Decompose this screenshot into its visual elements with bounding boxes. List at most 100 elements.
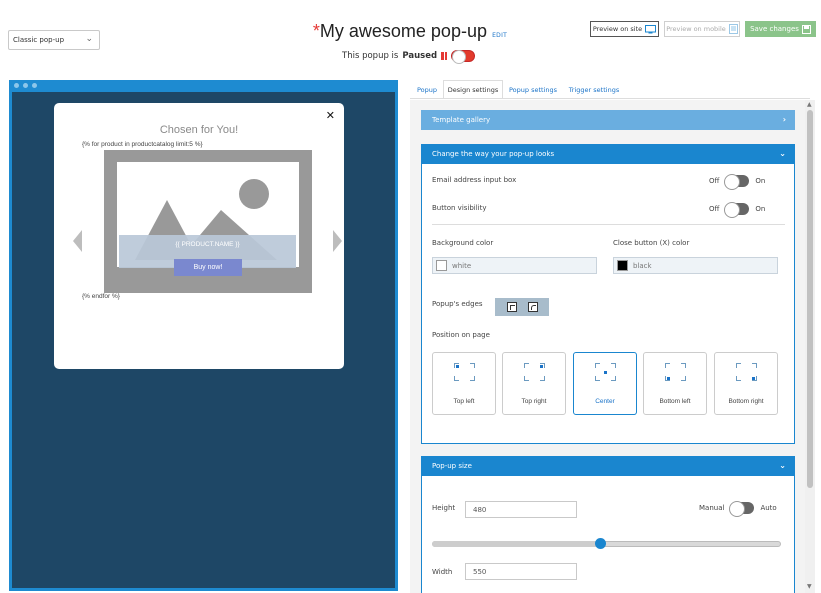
- position-indicator-icon: [752, 377, 755, 380]
- page-title: *My awesome pop-up EDIT: [300, 21, 520, 42]
- close-color-field[interactable]: black: [613, 257, 778, 274]
- popup-size-header[interactable]: Pop-up size ⌄: [421, 456, 795, 476]
- on-label: On: [755, 205, 766, 213]
- window-dot: [23, 83, 28, 88]
- carousel-prev-arrow-icon[interactable]: [73, 230, 82, 252]
- size-mode-toggle[interactable]: [729, 501, 755, 517]
- chevron-down-icon: ⌄: [779, 149, 786, 158]
- position-indicator-icon: [456, 365, 459, 368]
- product-name: {{ PRODUCT.NAME }}: [175, 241, 240, 248]
- preview-on-site-button[interactable]: Preview on site: [590, 21, 659, 37]
- height-input[interactable]: 480: [465, 501, 577, 518]
- size-slider-handle[interactable]: [595, 538, 606, 549]
- product-image-placeholder: {{ PRODUCT.NAME }} Buy now!: [104, 150, 312, 293]
- monitor-icon: [645, 24, 657, 33]
- width-label: Width: [432, 568, 453, 576]
- preview-site-label: Preview on site: [592, 25, 643, 33]
- position-label-text: Top left: [453, 398, 475, 405]
- position-indicator-icon: [667, 377, 670, 380]
- preview-mobile-label: Preview on mobile: [666, 25, 726, 33]
- background-color-label: Background color: [432, 239, 494, 247]
- on-label: On: [755, 177, 766, 185]
- tabs-divider: [410, 98, 810, 99]
- popup-size-title: Pop-up size: [432, 462, 472, 470]
- unsaved-marker: *: [312, 21, 320, 41]
- tab-design-settings[interactable]: Design settings: [443, 80, 503, 99]
- popup-edges-selector: [495, 298, 549, 316]
- template-gallery-header[interactable]: Template gallery ›: [421, 110, 795, 130]
- height-label: Height: [432, 504, 456, 512]
- size-slider-fill: [432, 541, 600, 547]
- chevron-right-icon: ›: [782, 115, 786, 124]
- popup-title: My awesome pop-up: [319, 21, 487, 41]
- off-label: Off: [709, 205, 720, 213]
- close-color-value: black: [633, 261, 652, 270]
- floppy-disk-icon: [801, 24, 811, 34]
- background-color-value: white: [452, 261, 472, 270]
- position-top-right[interactable]: Top right: [502, 352, 566, 415]
- auto-label: Auto: [760, 504, 777, 512]
- position-center[interactable]: Center: [573, 352, 637, 415]
- window-dot: [14, 83, 19, 88]
- scroll-down-icon[interactable]: ▼: [807, 583, 812, 590]
- template-loop-close: {% endfor %}: [82, 293, 120, 300]
- popup-preview-panel: ✕ Chosen for You! {% for product in prod…: [9, 80, 398, 591]
- email-input-label: Email address input box: [432, 176, 517, 184]
- save-label: Save changes: [750, 25, 799, 33]
- mobile-icon: [728, 24, 738, 34]
- background-color-field[interactable]: white: [432, 257, 597, 274]
- scrollbar-thumb[interactable]: [807, 110, 813, 488]
- position-top-left[interactable]: Top left: [432, 352, 496, 415]
- status-toggle[interactable]: [451, 50, 476, 64]
- looks-panel-header[interactable]: Change the way your pop-up looks ⌄: [421, 144, 795, 164]
- button-visibility-switch[interactable]: Off On: [709, 202, 766, 218]
- color-swatch: [617, 260, 628, 271]
- buy-now-button[interactable]: Buy now!: [174, 259, 242, 276]
- button-visibility-label: Button visibility: [432, 204, 487, 212]
- tab-popup-settings[interactable]: Popup settings: [506, 80, 560, 99]
- template-gallery-title: Template gallery: [432, 116, 491, 124]
- position-bottom-left[interactable]: Bottom left: [643, 352, 707, 415]
- chevron-down-icon: ⌄: [85, 34, 93, 44]
- chevron-down-icon: ⌄: [779, 461, 786, 470]
- tab-popup[interactable]: Popup: [413, 80, 441, 99]
- button-visibility-toggle[interactable]: [724, 202, 750, 218]
- section-divider: [432, 224, 785, 225]
- window-dot: [32, 83, 37, 88]
- position-label-text: Bottom right: [728, 398, 764, 405]
- size-mode-switch[interactable]: Manual Auto: [699, 501, 777, 517]
- email-input-switch[interactable]: Off On: [709, 174, 766, 190]
- popup-heading: Chosen for You!: [159, 124, 239, 136]
- rounded-edge-icon[interactable]: [527, 302, 538, 312]
- manual-label: Manual: [699, 504, 725, 512]
- template-loop-open: {% for product in productcatalog limit:5…: [82, 141, 203, 148]
- pause-icon: [441, 52, 448, 60]
- color-swatch: [436, 260, 447, 271]
- position-indicator-icon: [540, 365, 543, 368]
- width-input[interactable]: 550: [465, 563, 577, 580]
- carousel-next-arrow-icon[interactable]: [333, 230, 342, 252]
- position-label-text: Center: [595, 398, 615, 405]
- scroll-up-icon[interactable]: ▲: [807, 101, 812, 108]
- close-icon[interactable]: ✕: [326, 109, 335, 122]
- square-edge-icon[interactable]: [506, 302, 517, 312]
- popup-type-select[interactable]: Classic pop-up ⌄: [8, 30, 100, 50]
- save-changes-button[interactable]: Save changes: [745, 21, 816, 37]
- looks-panel-title: Change the way your pop-up looks: [432, 150, 555, 158]
- preview-on-mobile-button[interactable]: Preview on mobile: [664, 21, 740, 37]
- position-label: Position on page: [432, 331, 490, 339]
- popup-edges-label: Popup's edges: [432, 300, 483, 308]
- position-indicator-icon: [604, 371, 607, 374]
- status-line: This popup is Paused: [342, 50, 476, 64]
- tab-trigger-settings[interactable]: Trigger settings: [564, 80, 624, 99]
- position-label-text: Top right: [521, 398, 547, 405]
- popup-preview: ✕ Chosen for You! {% for product in prod…: [54, 103, 344, 369]
- position-label-text: Bottom left: [659, 398, 691, 405]
- status-value: Paused: [402, 51, 438, 61]
- position-bottom-right[interactable]: Bottom right: [714, 352, 778, 415]
- status-prefix: This popup is: [342, 51, 399, 61]
- email-input-toggle[interactable]: [724, 174, 750, 190]
- close-color-label: Close button (X) color: [613, 239, 690, 247]
- edit-title-link[interactable]: EDIT: [492, 32, 507, 39]
- off-label: Off: [709, 177, 720, 185]
